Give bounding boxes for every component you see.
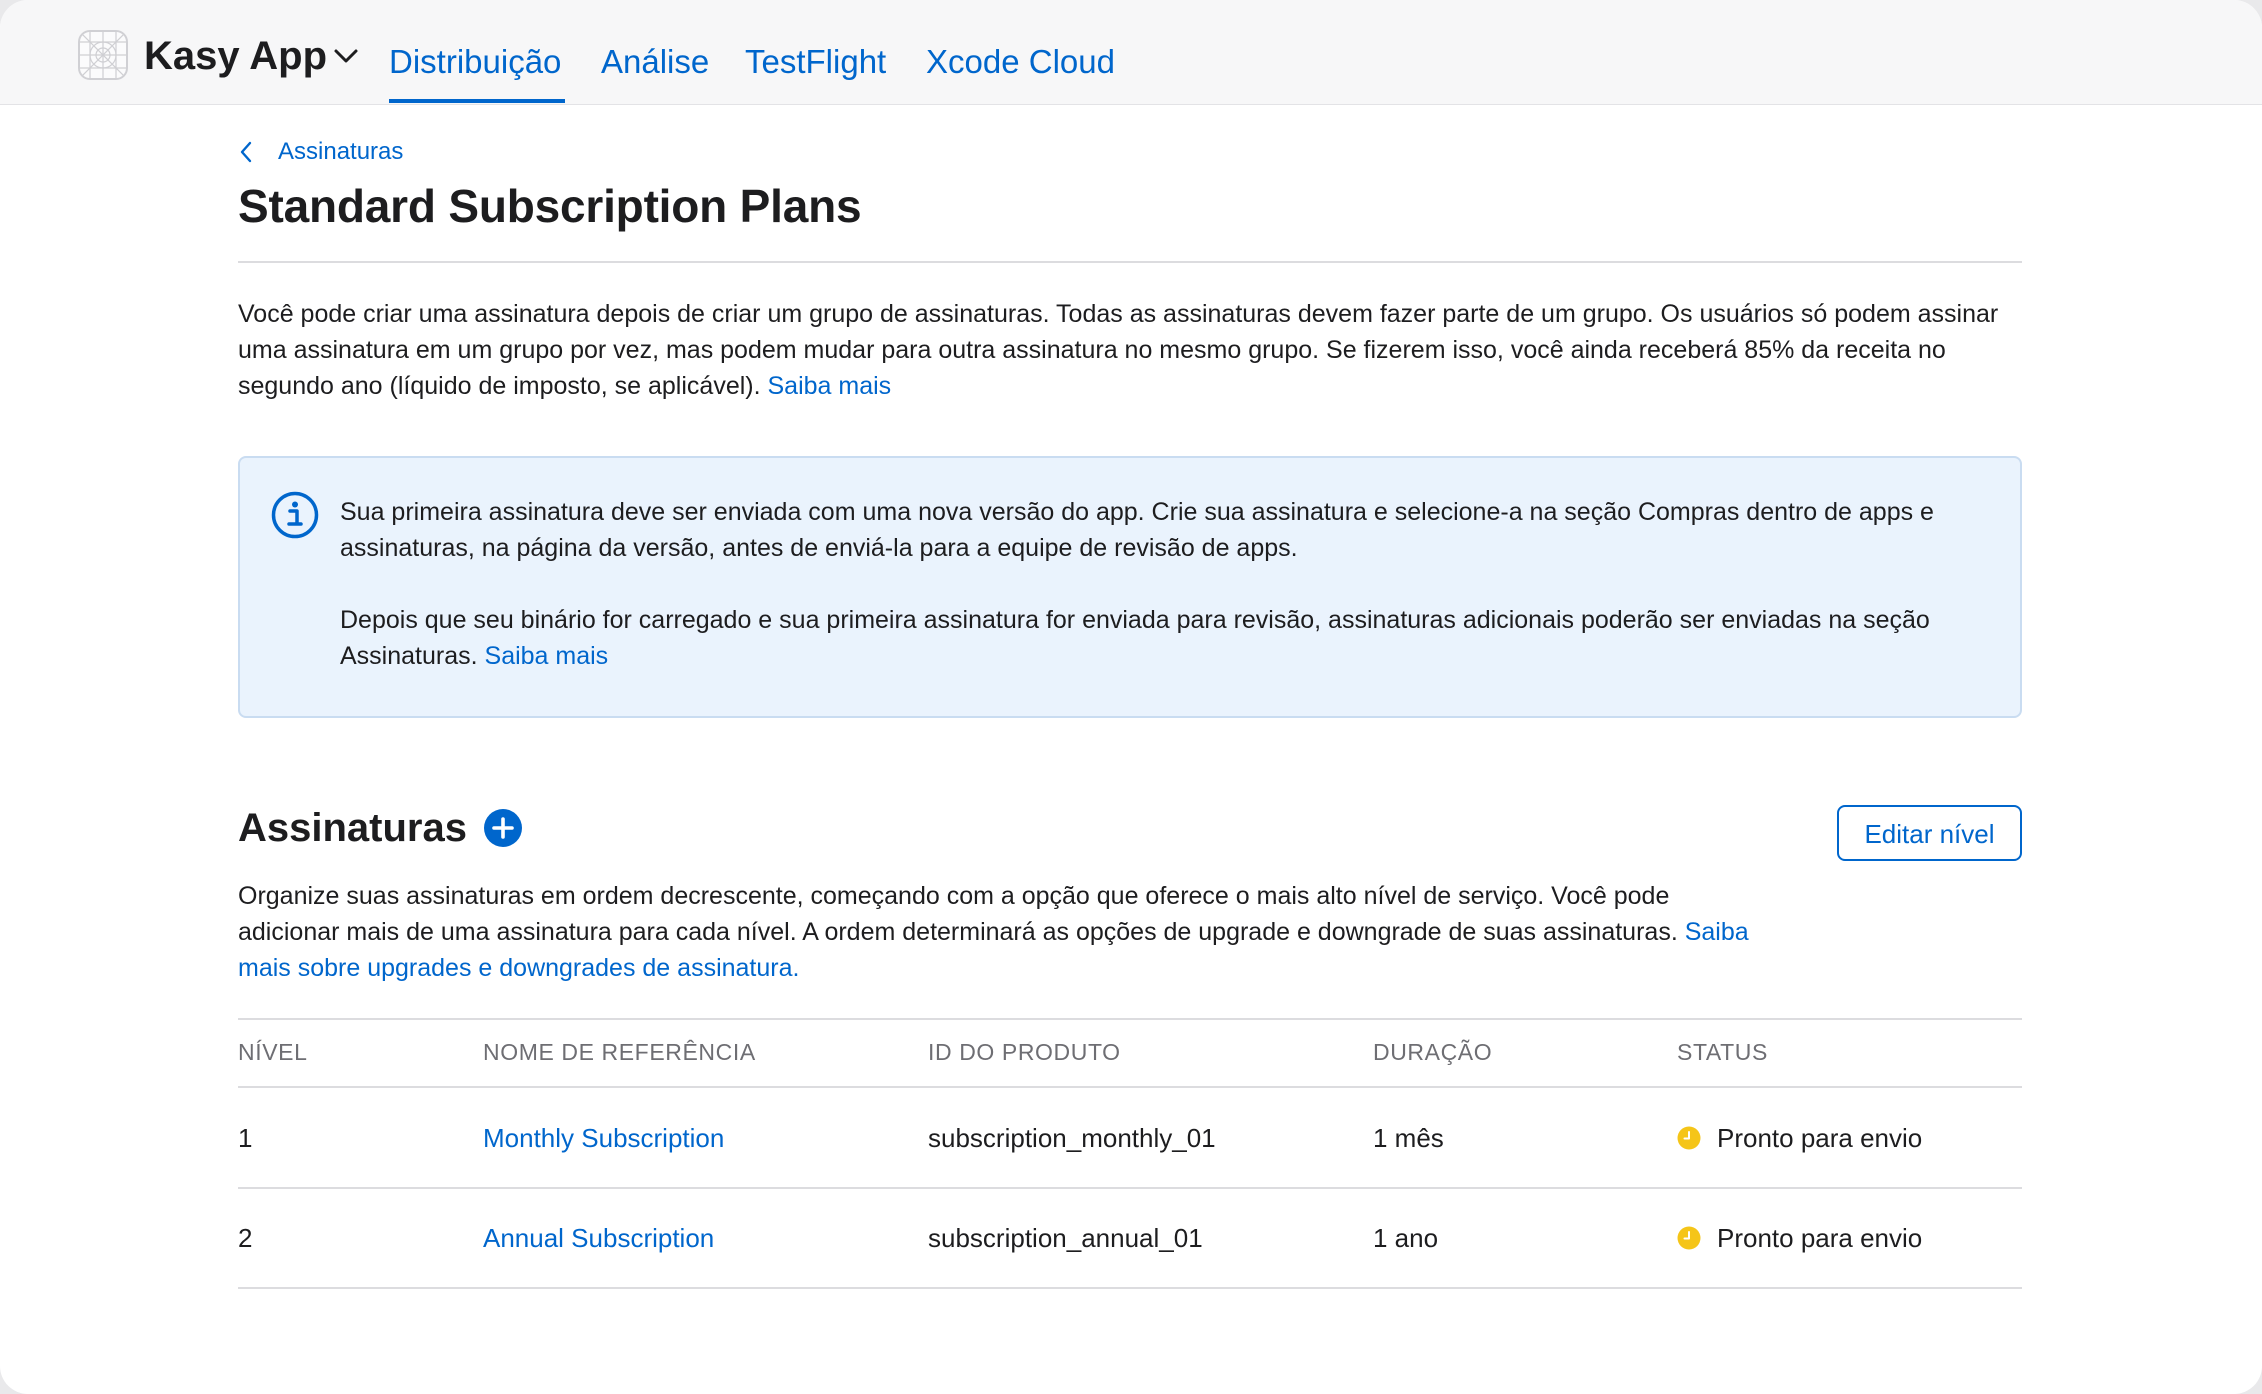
row-duration: 1 mês (1373, 1123, 1444, 1153)
app-name[interactable]: Kasy App (144, 32, 327, 80)
table-header-divider (238, 1086, 2022, 1088)
info-learn-more-link[interactable]: Saiba mais (485, 642, 609, 670)
tab-xcode-cloud[interactable]: Xcode Cloud (926, 38, 1115, 86)
section-description: Organize suas assinaturas em ordem decre… (238, 878, 1758, 986)
row-status: Pronto para envio (1717, 1223, 1923, 1253)
tab-distribuicao[interactable]: Distribuição (389, 38, 561, 86)
clock-icon (1677, 1126, 1701, 1150)
clock-icon (1677, 1226, 1701, 1250)
row-level: 2 (238, 1223, 253, 1253)
column-header-status: STATUS (1677, 1039, 1768, 1065)
info-circle-icon (271, 491, 319, 539)
column-header-level: NÍVEL (238, 1039, 308, 1065)
column-header-product-id: ID DO PRODUTO (928, 1039, 1121, 1065)
row-duration: 1 ano (1373, 1223, 1439, 1253)
info-paragraph-1: Sua primeira assinatura deve ser enviada… (340, 498, 1934, 562)
chevron-down-icon[interactable] (333, 47, 359, 65)
row-product-id: subscription_annual_01 (928, 1223, 1203, 1253)
table-top-divider (238, 1018, 2022, 1020)
active-tab-indicator (389, 99, 565, 103)
table-row-divider (238, 1187, 2022, 1189)
column-header-duration: DURAÇÃO (1373, 1039, 1493, 1065)
intro-learn-more-link[interactable]: Saiba mais (768, 372, 892, 400)
subscription-name-link[interactable]: Monthly Subscription (483, 1120, 724, 1156)
intro-text: Você pode criar uma assinatura depois de… (238, 300, 1999, 400)
info-notice: Sua primeira assinatura deve ser enviada… (238, 456, 2022, 718)
tab-analise[interactable]: Análise (601, 38, 709, 86)
subscription-name-link[interactable]: Annual Subscription (483, 1220, 714, 1256)
edit-level-button[interactable]: Editar nível (1837, 805, 2022, 861)
info-paragraph-2: Depois que seu binário for carregado e s… (340, 602, 2000, 674)
app-window: Kasy App Distribuição Análise TestFlight… (0, 0, 2262, 1394)
app-placeholder-icon[interactable] (78, 30, 128, 80)
top-navigation-bar: Kasy App Distribuição Análise TestFlight… (0, 0, 2262, 105)
section-title: Assinaturas (238, 806, 467, 850)
table-bottom-divider (238, 1287, 2022, 1289)
breadcrumb-back-link[interactable]: Assinaturas (278, 136, 403, 168)
page-title: Standard Subscription Plans (238, 180, 862, 232)
intro-paragraph: Você pode criar uma assinatura depois de… (238, 296, 2022, 404)
row-level: 1 (238, 1123, 253, 1153)
title-divider (238, 261, 2022, 263)
plus-circle-icon[interactable] (483, 808, 523, 848)
row-product-id: subscription_monthly_01 (928, 1123, 1216, 1153)
tab-testflight[interactable]: TestFlight (745, 38, 886, 86)
column-header-reference-name: NOME DE REFERÊNCIA (483, 1039, 756, 1065)
section-description-text: Organize suas assinaturas em ordem decre… (238, 882, 1678, 946)
row-status: Pronto para envio (1717, 1123, 1923, 1153)
chevron-left-icon[interactable] (238, 140, 254, 164)
info-notice-text: Sua primeira assinatura deve ser enviada… (340, 494, 2000, 710)
